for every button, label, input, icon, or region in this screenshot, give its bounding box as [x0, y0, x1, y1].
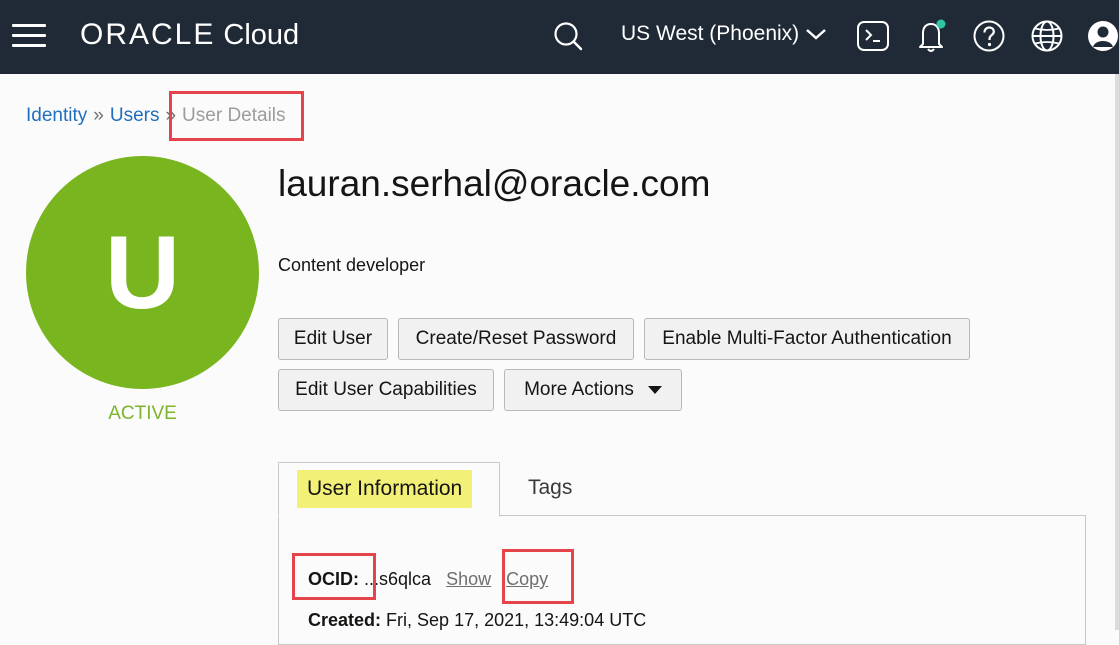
avatar-letter: U [104, 214, 181, 331]
breadcrumb-identity[interactable]: Identity [26, 105, 87, 126]
region-label: US West (Phoenix) [621, 22, 800, 45]
highlight-box [502, 549, 574, 604]
edit-user-capabilities-button[interactable]: Edit User Capabilities [278, 369, 494, 411]
tab-user-information[interactable]: User Information [278, 462, 500, 517]
cloud-shell-icon[interactable] [853, 16, 893, 56]
avatar: U [26, 156, 259, 389]
page-title: lauran.serhal@oracle.com [278, 163, 711, 204]
chevron-down-icon [806, 29, 826, 40]
help-icon[interactable] [969, 16, 1009, 56]
highlight-box [292, 553, 376, 600]
navigation-menu-icon[interactable] [12, 24, 46, 48]
page-scrollbar[interactable] [1115, 74, 1119, 630]
user-description: Content developer [278, 255, 426, 275]
caret-down-icon [647, 386, 662, 394]
notifications-bell-icon[interactable] [911, 16, 951, 56]
logo-brand: ORACLE [80, 18, 216, 51]
show-ocid-link[interactable]: Show [446, 569, 491, 589]
status-badge: ACTIVE [108, 403, 177, 424]
created-label: Created: [308, 610, 382, 630]
search-icon[interactable] [548, 16, 588, 56]
highlight-box [169, 91, 304, 141]
tab-user-information-label: User Information [297, 470, 473, 508]
tab-tags[interactable]: Tags [528, 476, 572, 500]
created-row: Created: Fri, Sep 17, 2021, 13:49:04 UTC [308, 610, 646, 631]
more-actions-label: More Actions [524, 379, 634, 400]
language-globe-icon[interactable] [1027, 16, 1067, 56]
more-actions-button[interactable]: More Actions [504, 369, 682, 411]
created-value: Fri, Sep 17, 2021, 13:49:04 UTC [386, 610, 647, 630]
oracle-cloud-logo[interactable]: ORACLE Cloud [80, 18, 299, 52]
logo-product: Cloud [223, 19, 300, 51]
breadcrumb-users[interactable]: Users [110, 105, 160, 126]
edit-user-button[interactable]: Edit User [278, 318, 388, 360]
top-header-bar: ORACLE Cloud US West (Phoenix) [0, 0, 1119, 74]
enable-mfa-button[interactable]: Enable Multi-Factor Authentication [644, 318, 970, 360]
region-selector[interactable]: US West (Phoenix) [621, 22, 827, 46]
create-reset-password-button[interactable]: Create/Reset Password [398, 318, 634, 360]
user-profile-icon[interactable] [1083, 16, 1119, 56]
breadcrumb-separator: » [93, 105, 104, 126]
